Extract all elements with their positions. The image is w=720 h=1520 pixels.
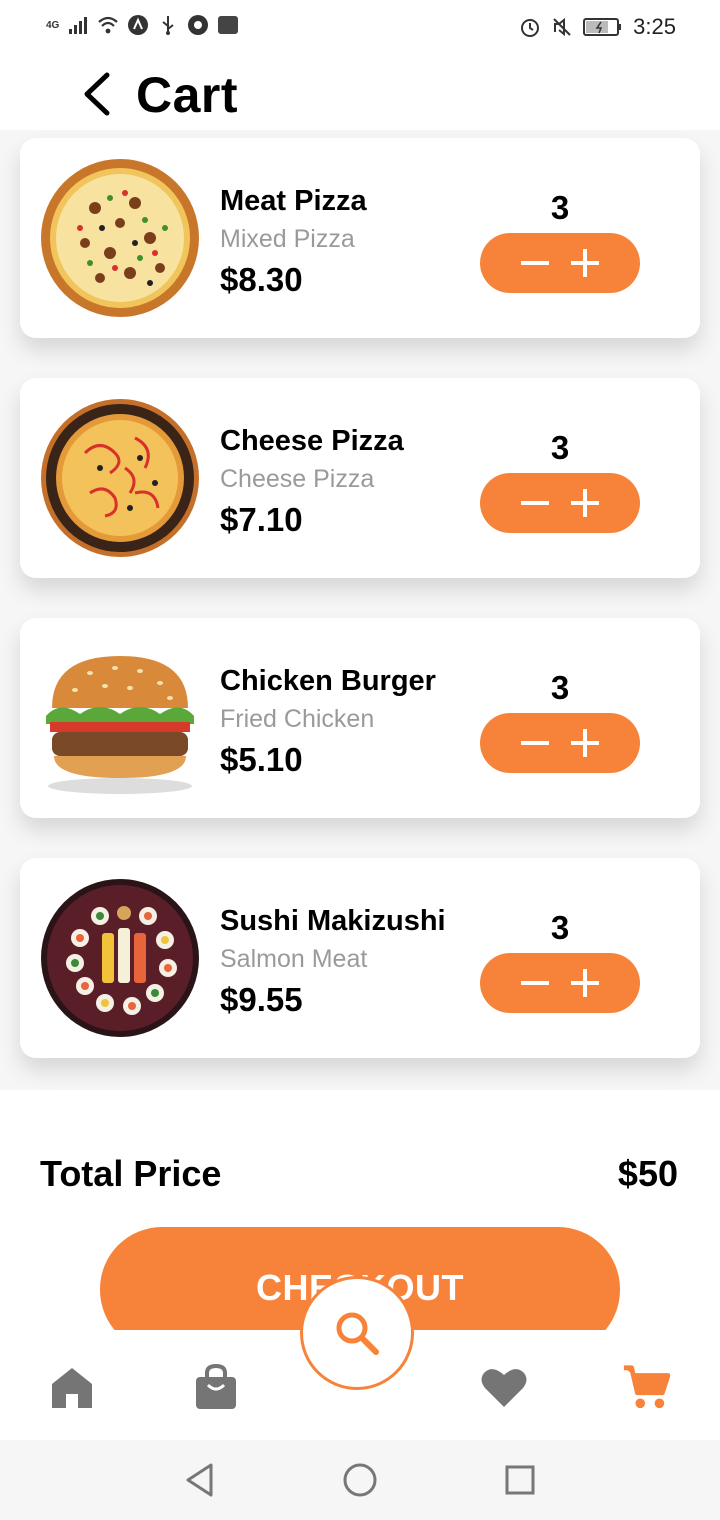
cart-item-card[interactable]: Meat Pizza Mixed Pizza $8.30 3 [20,138,700,338]
system-back-button[interactable] [180,1460,220,1500]
hms-icon [218,16,239,34]
item-price: $7.10 [220,501,303,538]
item-subtitle: Cheese Pizza [220,465,375,493]
cart-item-card[interactable]: Sushi Makizushi Salmon Meat $9.55 3 [20,858,700,1058]
item-subtitle: Fried Chicken [220,705,375,733]
item-name: Cheese Pizza [220,425,404,457]
sushi-image [41,879,199,1037]
status-bar: 4G 3:25 [0,0,720,56]
recents-icon [505,1465,535,1495]
item-price: $9.55 [220,981,303,1018]
search-fab[interactable] [300,1276,414,1390]
network-type: 4G [46,19,60,31]
nav-shop[interactable] [192,1360,240,1414]
battery-icon [583,18,622,36]
decrease-button[interactable] [517,725,553,761]
increase-button[interactable] [567,725,603,761]
total-price-label: Total Price [40,1153,222,1194]
meat-pizza-image [41,159,199,317]
heart-icon [481,1369,527,1407]
decrease-button[interactable] [517,965,553,1001]
item-name: Sushi Makizushi [220,905,446,937]
home-icon [52,1368,92,1408]
minus-icon [521,981,549,985]
total-price-value: $50 [617,1153,678,1194]
quantity-stepper [480,233,640,293]
nav-home[interactable] [48,1360,96,1414]
item-quantity: 3 [550,189,570,226]
search-icon [336,1312,379,1355]
nav-favorites[interactable] [480,1360,528,1414]
item-subtitle: Mixed Pizza [220,225,355,253]
system-recents-button[interactable] [500,1460,540,1500]
item-price: $5.10 [220,741,303,778]
item-price: $8.30 [220,261,303,298]
status-right: 3:25 [519,14,676,40]
item-quantity: 3 [550,429,570,466]
item-name: Meat Pizza [220,185,367,217]
alarm-icon [521,19,540,37]
signal-icon [69,17,88,34]
quantity-stepper [480,713,640,773]
minus-icon [521,501,549,505]
status-left: 4G [46,14,239,36]
cart-item-card[interactable]: Cheese Pizza Cheese Pizza $7.10 3 [20,378,700,578]
chicken-burger-image [46,656,194,794]
item-quantity: 3 [550,669,570,706]
minus-icon [521,741,549,745]
item-quantity: 3 [550,909,570,946]
app-header: Cart [0,56,720,132]
back-icon [186,1463,213,1497]
quantity-stepper [480,473,640,533]
page-title: Cart [136,67,239,123]
back-button[interactable] [74,68,116,120]
minus-icon [521,261,549,265]
chevron-left-icon [84,72,110,116]
plus-icon [571,729,599,757]
shopping-bag-icon [196,1363,236,1409]
home-circle-icon [343,1463,377,1497]
increase-button[interactable] [567,965,603,1001]
usb-icon [162,16,174,35]
chrome-icon [188,15,209,35]
status-time: 3:25 [633,14,676,39]
increase-button[interactable] [567,485,603,521]
mute-icon [553,17,571,37]
plus-icon [571,489,599,517]
cart-icon [623,1365,670,1409]
nav-cart[interactable] [622,1360,670,1414]
decrease-button[interactable] [517,485,553,521]
quantity-stepper [480,953,640,1013]
plus-icon [571,969,599,997]
item-subtitle: Salmon Meat [220,945,368,973]
decrease-button[interactable] [517,245,553,281]
increase-button[interactable] [567,245,603,281]
cheese-pizza-image [41,399,199,557]
plus-icon [571,249,599,277]
cart-item-card[interactable]: Chicken Burger Fried Chicken $5.10 3 [20,618,700,818]
system-nav-bar [0,1440,720,1520]
system-home-button[interactable] [340,1460,380,1500]
notification-icon [128,15,149,35]
wifi-icon [98,16,119,34]
item-name: Chicken Burger [220,665,436,697]
